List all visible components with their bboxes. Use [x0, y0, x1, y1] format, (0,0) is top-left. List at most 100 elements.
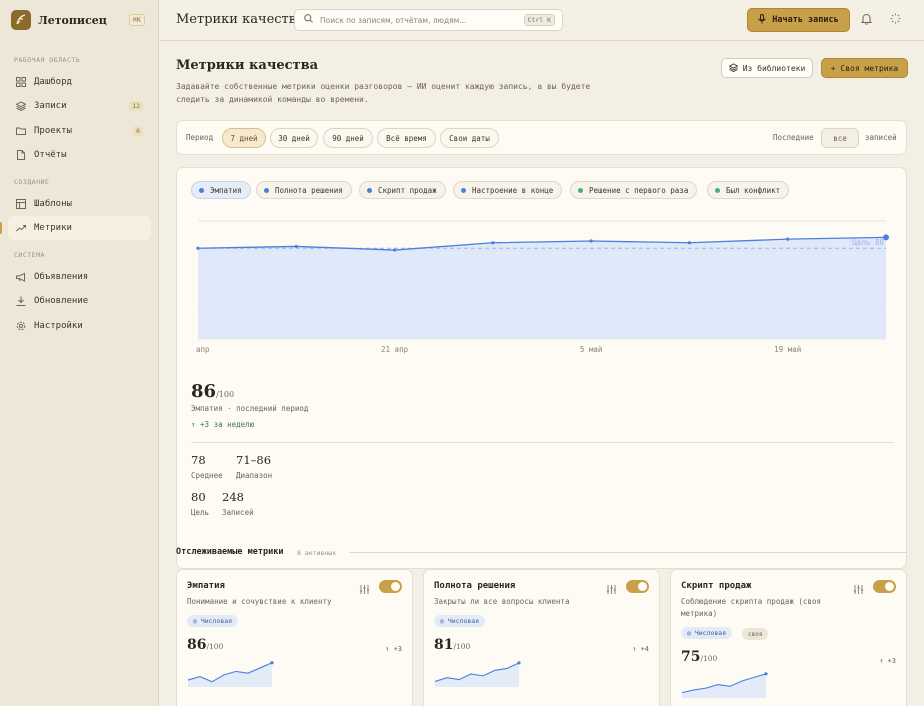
sidebar-item-templates[interactable]: Шаблоны [8, 192, 151, 216]
quality-chart: Цель 80 апр 21 апр 5 май 19 май [196, 220, 889, 354]
sidebar-item-label: Объявления [34, 272, 89, 282]
summary-label: Эмпатия · последний период [191, 404, 309, 413]
brand[interactable]: Летописец ⌘K [11, 10, 151, 30]
summary-denominator: /100 [216, 390, 235, 399]
metric-toggle[interactable] [873, 580, 896, 593]
metric-type-tag: ◎ Числовая [681, 627, 733, 639]
sidebar-item-announcements[interactable]: Объявления [8, 265, 151, 289]
bell-icon[interactable] [860, 13, 874, 26]
period-chip-30d[interactable]: 30 дней [270, 128, 318, 148]
period-chip-custom[interactable]: Свои даты [440, 128, 499, 148]
last-records-suffix: записей [865, 133, 897, 142]
metric-card-sales-script[interactable]: Скрипт продаж Соблюдение скрипта продаж … [670, 569, 907, 706]
sidebar-item-update[interactable]: Обновление [8, 289, 151, 313]
sidebar-item-label: Дашборд [34, 77, 72, 87]
metric-chip-conflict[interactable]: Был конфликт [707, 181, 790, 199]
folder-icon [15, 126, 26, 137]
sidebar-item-label: Отчёты [34, 150, 67, 160]
metric-type-tag: ◎ Числовая [434, 615, 486, 627]
count-badge: 6 [133, 126, 143, 136]
metric-value-number: 75 [681, 649, 701, 665]
metric-card-description: Понимание и сочувствие к клиенту [187, 597, 332, 606]
sidebar: Летописец ⌘K РАБОЧАЯ ОБЛАСТЬ Дашборд Зап… [0, 0, 159, 706]
metric-type-tag: ◎ Числовая [187, 615, 239, 627]
metric-chip-mood[interactable]: Настроение в конце [453, 181, 563, 199]
period-chip-all[interactable]: Всё время [377, 128, 436, 148]
summary-value: 86/100 [191, 381, 234, 402]
sidebar-item-records[interactable]: Записи 12 [8, 94, 151, 118]
layers-icon [728, 62, 739, 74]
metric-chip-empathy[interactable]: Эмпатия [191, 181, 251, 199]
metric-toggle[interactable] [626, 580, 649, 593]
count-badge: 12 [129, 101, 143, 111]
sidebar-item-reports[interactable]: Отчёты [8, 143, 151, 167]
search-input[interactable]: Поиск по записям, отчётам, людям... Ctrl… [294, 9, 563, 31]
start-recording-label: Начать запись [772, 15, 839, 25]
sidebar-item-metrics[interactable]: Метрики [0, 216, 151, 240]
metric-card-title: Скрипт продаж [681, 581, 752, 591]
period-filter: Период 7 дней 30 дней 90 дней Всё время … [176, 120, 907, 155]
metric-card-description: Соблюдение скрипта продаж (своя метрика) [681, 597, 821, 618]
summary-number: 86 [191, 381, 217, 402]
metric-value-number: 86 [187, 637, 207, 653]
metric-card-value: 86/100 [187, 637, 223, 653]
stat-value: 71–86 [236, 453, 272, 467]
search-placeholder: Поиск по записям, отчётам, людям... [320, 15, 467, 25]
metric-chip-sales-script[interactable]: Скрипт продаж [359, 181, 446, 199]
metric-card-title: Эмпатия [187, 581, 225, 591]
period-chip-7d[interactable]: 7 дней [222, 128, 266, 148]
topbar-title: Метрики качества [176, 12, 304, 27]
divider [349, 552, 907, 553]
data-point [294, 244, 298, 249]
topbar: Метрики качества Поиск по записям, отчёт… [159, 0, 924, 41]
metric-card-empathy[interactable]: Эмпатия Понимание и сочувствие к клиенту… [176, 569, 413, 706]
metric-value-denominator: /100 [700, 654, 718, 663]
last-records-input[interactable]: все [821, 128, 859, 148]
metric-card-delta: ↑ +3 [879, 657, 896, 665]
series-dot [578, 187, 583, 193]
period-chip-90d[interactable]: 90 дней [323, 128, 373, 148]
x-tick-label: 19 май [774, 345, 801, 354]
x-tick-label: апр [196, 345, 210, 354]
sparkline-point [517, 661, 521, 665]
command-kbd[interactable]: ⌘K [128, 14, 145, 26]
stat-value: 248 [222, 490, 244, 504]
metric-chip-completeness[interactable]: Полнота решения [256, 181, 352, 199]
metric-card-completeness[interactable]: Полнота решения Закрыты ли все вопросы к… [423, 569, 660, 706]
search-kbd: Ctrl K [523, 14, 555, 26]
stat-records: 248 Записей [222, 490, 254, 517]
main-content: Метрики качества Задавайте собственные м… [159, 41, 924, 706]
metric-card-value: 81/100 [434, 637, 470, 653]
metric-chip-label: Настроение в конце [472, 185, 554, 195]
metric-chip-fcr[interactable]: Решение с первого раза [570, 181, 698, 199]
section-workspace: РАБОЧАЯ ОБЛАСТЬ [14, 56, 81, 64]
metric-toggle[interactable] [379, 580, 402, 593]
metric-value-denominator: /100 [206, 642, 224, 651]
stat-label: Диапазон [236, 471, 273, 480]
start-recording-button[interactable]: Начать запись [747, 8, 850, 32]
series-dot [367, 187, 372, 193]
trend-icon [15, 223, 26, 234]
sidebar-item-projects[interactable]: Проекты 6 [8, 119, 151, 143]
sidebar-item-label: Обновление [34, 296, 89, 306]
sidebar-item-dashboard[interactable]: Дашборд [8, 70, 151, 94]
own-metric-button[interactable]: + Своя метрика [821, 58, 908, 78]
sliders-icon[interactable] [853, 584, 864, 595]
stat-label: Записей [222, 508, 254, 517]
metric-chip-label: Был конфликт [726, 185, 781, 195]
microphone-icon [758, 13, 766, 27]
from-library-button[interactable]: Из библиотеки [721, 58, 813, 78]
sliders-icon[interactable] [606, 584, 617, 595]
series-dot [264, 187, 269, 193]
from-library-label: Из библиотеки [742, 63, 806, 73]
stat-value: 78 [191, 453, 206, 467]
search-icon [304, 14, 313, 26]
sliders-icon[interactable] [359, 584, 370, 595]
stat-goal: 80 Цель [191, 490, 209, 517]
period-label: Период [186, 133, 214, 142]
brand-name: Летописец [38, 13, 107, 27]
data-point [491, 241, 495, 245]
section-create: СОЗДАНИЕ [14, 178, 50, 186]
sidebar-item-settings[interactable]: Настройки [8, 314, 151, 338]
data-point [196, 246, 200, 250]
